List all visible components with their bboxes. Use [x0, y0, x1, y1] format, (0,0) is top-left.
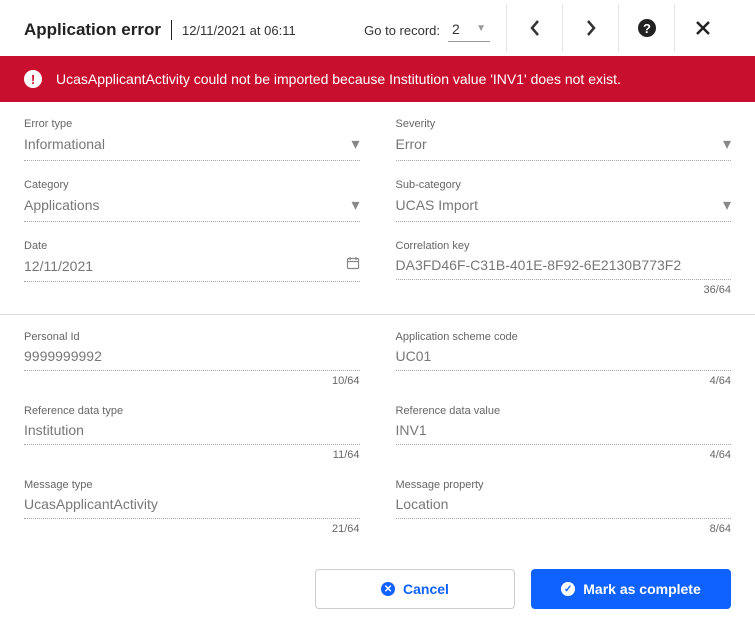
svg-text:?: ?	[643, 21, 651, 36]
calendar-icon	[346, 256, 360, 275]
chevron-down-icon: ▾	[351, 195, 359, 215]
header: Application error 12/11/2021 at 06:11 Go…	[0, 0, 755, 56]
field-label: Error type	[24, 118, 360, 130]
application-scheme-code-input[interactable]: UC01	[396, 347, 732, 371]
field-correlation-key: Correlation key DA3FD46F-C31B-401E-8F92-…	[396, 240, 732, 296]
date-input[interactable]: 12/11/2021	[24, 256, 360, 282]
prev-record-button[interactable]	[507, 4, 563, 52]
footer: ✕ Cancel ✓ Mark as complete	[0, 553, 755, 629]
cancel-button[interactable]: ✕ Cancel	[315, 569, 515, 609]
field-application-scheme-code: Application scheme code UC01 4/64	[396, 331, 732, 387]
field-error-type: Error type Informational ▾	[24, 118, 360, 161]
goto-record-dropdown[interactable]: 2 ▼	[448, 19, 490, 42]
app-root: Application error 12/11/2021 at 06:11 Go…	[0, 0, 755, 633]
cancel-icon: ✕	[381, 582, 395, 596]
personal-id-input[interactable]: 9999999992	[24, 347, 360, 371]
char-counter: 8/64	[396, 523, 732, 535]
close-button[interactable]	[675, 4, 731, 52]
reference-data-type-input[interactable]: Institution	[24, 421, 360, 445]
error-banner-message: UcasApplicantActivity could not be impor…	[56, 71, 621, 87]
field-value: Location	[396, 496, 732, 512]
char-counter: 10/64	[24, 375, 360, 387]
form-section-2: Personal Id 9999999992 10/64 Application…	[0, 331, 755, 535]
error-banner: ! UcasApplicantActivity could not be imp…	[0, 56, 755, 102]
mark-complete-button[interactable]: ✓ Mark as complete	[531, 569, 731, 609]
char-counter: 21/64	[24, 523, 360, 535]
field-label: Reference data type	[24, 405, 360, 417]
field-sub-category: Sub-category UCAS Import ▾	[396, 179, 732, 222]
field-value: Error	[396, 136, 723, 152]
caret-down-icon: ▼	[476, 23, 486, 34]
char-counter: 4/64	[396, 375, 732, 387]
chevron-right-icon	[584, 18, 598, 38]
error-type-dropdown[interactable]: Informational ▾	[24, 134, 360, 161]
field-severity: Severity Error ▾	[396, 118, 732, 161]
goto-record-label: Go to record:	[364, 23, 440, 38]
field-value: UCAS Import	[396, 197, 723, 213]
field-message-property: Message property Location 8/64	[396, 479, 732, 535]
chevron-left-icon	[528, 18, 542, 38]
nav-button-group: ?	[506, 4, 731, 52]
reference-data-value-input[interactable]: INV1	[396, 421, 732, 445]
char-counter: 4/64	[396, 449, 732, 461]
close-icon	[695, 20, 711, 36]
chevron-down-icon: ▾	[723, 195, 731, 215]
sub-category-dropdown[interactable]: UCAS Import ▾	[396, 195, 732, 222]
field-value: UC01	[396, 348, 732, 364]
char-counter: 11/64	[24, 449, 360, 461]
field-label: Reference data value	[396, 405, 732, 417]
field-value: 9999999992	[24, 348, 360, 364]
message-property-input[interactable]: Location	[396, 495, 732, 519]
field-value: INV1	[396, 422, 732, 438]
check-icon: ✓	[561, 582, 575, 596]
mark-complete-button-label: Mark as complete	[583, 581, 701, 597]
correlation-key-input[interactable]: DA3FD46F-C31B-401E-8F92-6E2130B773F2	[396, 256, 732, 280]
field-personal-id: Personal Id 9999999992 10/64	[24, 331, 360, 387]
message-type-input[interactable]: UcasApplicantActivity	[24, 495, 360, 519]
field-label: Personal Id	[24, 331, 360, 343]
field-value: Institution	[24, 422, 360, 438]
field-message-type: Message type UcasApplicantActivity 21/64	[24, 479, 360, 535]
next-record-button[interactable]	[563, 4, 619, 52]
form-section-1: Error type Informational ▾ Severity Erro…	[0, 102, 755, 296]
field-label: Message type	[24, 479, 360, 491]
record-timestamp: 12/11/2021 at 06:11	[182, 23, 296, 38]
field-reference-data-type: Reference data type Institution 11/64	[24, 405, 360, 461]
alert-icon: !	[24, 70, 42, 88]
chevron-down-icon: ▾	[723, 134, 731, 154]
cancel-button-label: Cancel	[403, 581, 449, 597]
section-divider	[0, 314, 755, 315]
field-date: Date 12/11/2021	[24, 240, 360, 296]
field-value: UcasApplicantActivity	[24, 496, 360, 512]
chevron-down-icon: ▾	[351, 134, 359, 154]
category-dropdown[interactable]: Applications ▾	[24, 195, 360, 222]
field-value: Applications	[24, 197, 351, 213]
field-reference-data-value: Reference data value INV1 4/64	[396, 405, 732, 461]
field-label: Application scheme code	[396, 331, 732, 343]
field-label: Severity	[396, 118, 732, 130]
field-label: Message property	[396, 479, 732, 491]
field-label: Date	[24, 240, 360, 252]
field-label: Sub-category	[396, 179, 732, 191]
field-value: Informational	[24, 136, 351, 152]
page-title: Application error	[24, 20, 161, 40]
char-counter: 36/64	[396, 284, 732, 296]
field-label: Category	[24, 179, 360, 191]
title-divider	[171, 20, 172, 40]
help-button[interactable]: ?	[619, 4, 675, 52]
field-value: DA3FD46F-C31B-401E-8F92-6E2130B773F2	[396, 257, 732, 273]
goto-record-value: 2	[452, 21, 460, 37]
field-category: Category Applications ▾	[24, 179, 360, 222]
help-icon: ?	[637, 18, 657, 38]
field-value: 12/11/2021	[24, 258, 346, 274]
severity-dropdown[interactable]: Error ▾	[396, 134, 732, 161]
field-label: Correlation key	[396, 240, 732, 252]
